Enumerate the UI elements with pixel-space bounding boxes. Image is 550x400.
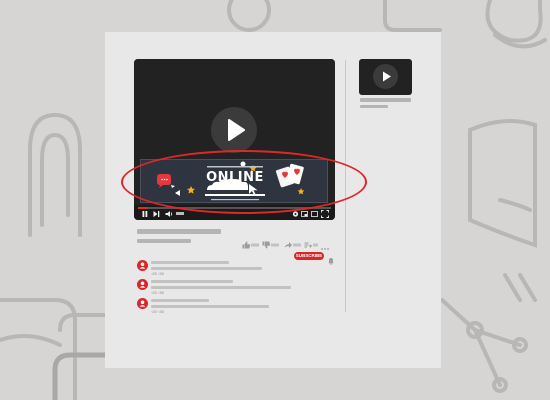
user-icon [139,281,146,288]
dislike-button[interactable] [262,236,279,249]
next-icon [153,211,160,217]
pause-button[interactable] [142,210,148,218]
like-button[interactable] [242,236,259,249]
comment-actions[interactable]: ◦20 ◦30 [151,290,164,295]
volume-button[interactable] [165,210,174,218]
comment-author-placeholder [151,280,233,283]
fullscreen-icon [321,210,329,218]
comment-text-placeholder [151,305,269,308]
recommended-video-thumbnail[interactable] [359,59,412,95]
user-icon [139,300,146,307]
play-icon [383,71,391,82]
comment-actions[interactable]: ◦20 ◦30 [151,271,164,276]
save-icon [304,242,318,248]
dislike-icon [262,241,279,249]
recommended-title-placeholder [360,98,411,102]
progress-fill [138,207,148,209]
play-button[interactable] [211,107,257,153]
bell-icon [328,258,334,265]
miniplayer-icon [301,211,308,217]
commenter-avatar[interactable] [137,298,148,309]
commenter-avatar[interactable] [137,279,148,290]
save-button[interactable] [304,236,318,248]
recommended-play-button[interactable] [373,64,398,89]
pause-icon [142,211,148,217]
comment-text-placeholder [151,286,291,289]
video-title-placeholder [137,229,221,234]
comment-actions[interactable]: ◦20 ◦30 [151,309,164,314]
more-icon [321,248,329,250]
theater-button[interactable] [311,210,318,218]
share-button[interactable] [284,236,301,248]
volume-slider[interactable] [176,212,184,215]
more-button[interactable] [321,238,329,250]
comment-author-placeholder [151,299,209,302]
comment-author-placeholder [151,261,229,264]
miniplayer-button[interactable] [301,210,308,218]
share-icon [284,242,301,248]
notification-bell[interactable] [328,252,334,265]
comment-text-placeholder [151,267,262,270]
next-button[interactable] [153,210,160,218]
video-meta-placeholder [137,239,191,243]
subscribe-button[interactable]: SUBSCRIBE [294,252,324,260]
fullscreen-button[interactable] [321,210,329,218]
play-icon [228,119,245,141]
commenter-avatar[interactable] [137,260,148,271]
user-icon [139,262,146,269]
volume-icon [165,211,173,217]
theater-icon [311,211,318,217]
highlight-ellipse [121,150,367,214]
like-icon [242,241,259,249]
recommended-meta-placeholder [360,105,388,108]
